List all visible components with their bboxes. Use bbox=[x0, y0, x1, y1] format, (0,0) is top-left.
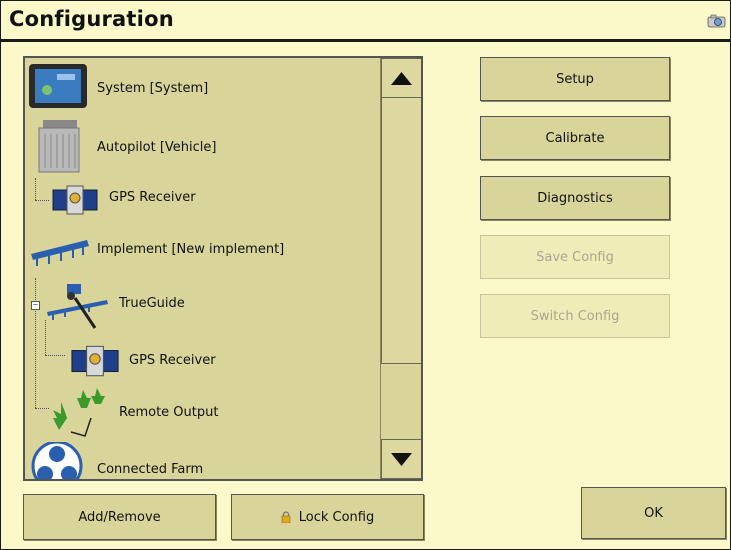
list-item-trueguide[interactable]: TrueGuide bbox=[25, 282, 380, 332]
list-item-remote-output[interactable]: Remote Output bbox=[25, 388, 380, 438]
diagnostics-button[interactable]: Diagnostics bbox=[480, 176, 670, 220]
title-bar: Configuration bbox=[1, 1, 730, 42]
satellite-icon bbox=[52, 185, 98, 215]
camera-icon[interactable] bbox=[707, 14, 727, 28]
list-item-label: Implement [New implement] bbox=[97, 242, 285, 257]
list-item-gps-receiver-nested[interactable]: GPS Receiver bbox=[25, 336, 380, 386]
list-item-autopilot[interactable]: Autopilot [Vehicle] bbox=[25, 118, 380, 173]
display-icon bbox=[29, 64, 87, 108]
list-item-label: Autopilot [Vehicle] bbox=[97, 140, 217, 155]
configuration-window: Configuration − System [System] Autopilo… bbox=[0, 0, 731, 550]
list-item-label: GPS Receiver bbox=[109, 190, 196, 205]
scroll-down-button[interactable] bbox=[381, 439, 421, 479]
list-item-label: System [System] bbox=[97, 81, 209, 96]
scroll-up-button[interactable] bbox=[381, 58, 421, 98]
list-item-connected-farm[interactable]: Connected Farm bbox=[25, 440, 380, 479]
list-scrollbar[interactable] bbox=[380, 58, 421, 479]
satellite-icon bbox=[71, 345, 119, 377]
lock-config-button[interactable]: Lock Config bbox=[231, 494, 424, 540]
arrow-up-icon bbox=[391, 72, 412, 85]
add-remove-button[interactable]: Add/Remove bbox=[23, 494, 216, 540]
controller-box-icon bbox=[38, 120, 80, 173]
calibrate-button[interactable]: Calibrate bbox=[480, 116, 670, 160]
save-config-button[interactable]: Save Config bbox=[480, 235, 670, 279]
list-item-label: TrueGuide bbox=[119, 296, 185, 311]
trueguide-icon bbox=[47, 284, 108, 329]
list-item-label: Connected Farm bbox=[97, 462, 204, 477]
list-item-gps-receiver[interactable]: GPS Receiver bbox=[25, 176, 380, 226]
list-item-implement[interactable]: Implement [New implement] bbox=[25, 226, 380, 276]
window-title: Configuration bbox=[9, 7, 174, 31]
list-item-label: GPS Receiver bbox=[129, 353, 216, 368]
trees-icon bbox=[53, 388, 105, 437]
component-list[interactable]: − System [System] Autopilot [Vehicle] GP… bbox=[23, 56, 423, 481]
lock-icon bbox=[281, 511, 291, 523]
arrow-down-icon bbox=[391, 453, 412, 466]
connected-farm-icon bbox=[31, 442, 83, 479]
list-item-label: Remote Output bbox=[119, 405, 219, 420]
setup-button[interactable]: Setup bbox=[480, 57, 670, 101]
switch-config-button[interactable]: Switch Config bbox=[480, 294, 670, 338]
list-item-system[interactable]: System [System] bbox=[25, 60, 380, 110]
implement-icon bbox=[31, 240, 89, 266]
lock-config-label: Lock Config bbox=[298, 509, 375, 525]
ok-button[interactable]: OK bbox=[581, 487, 726, 539]
scroll-thumb[interactable] bbox=[381, 98, 421, 364]
